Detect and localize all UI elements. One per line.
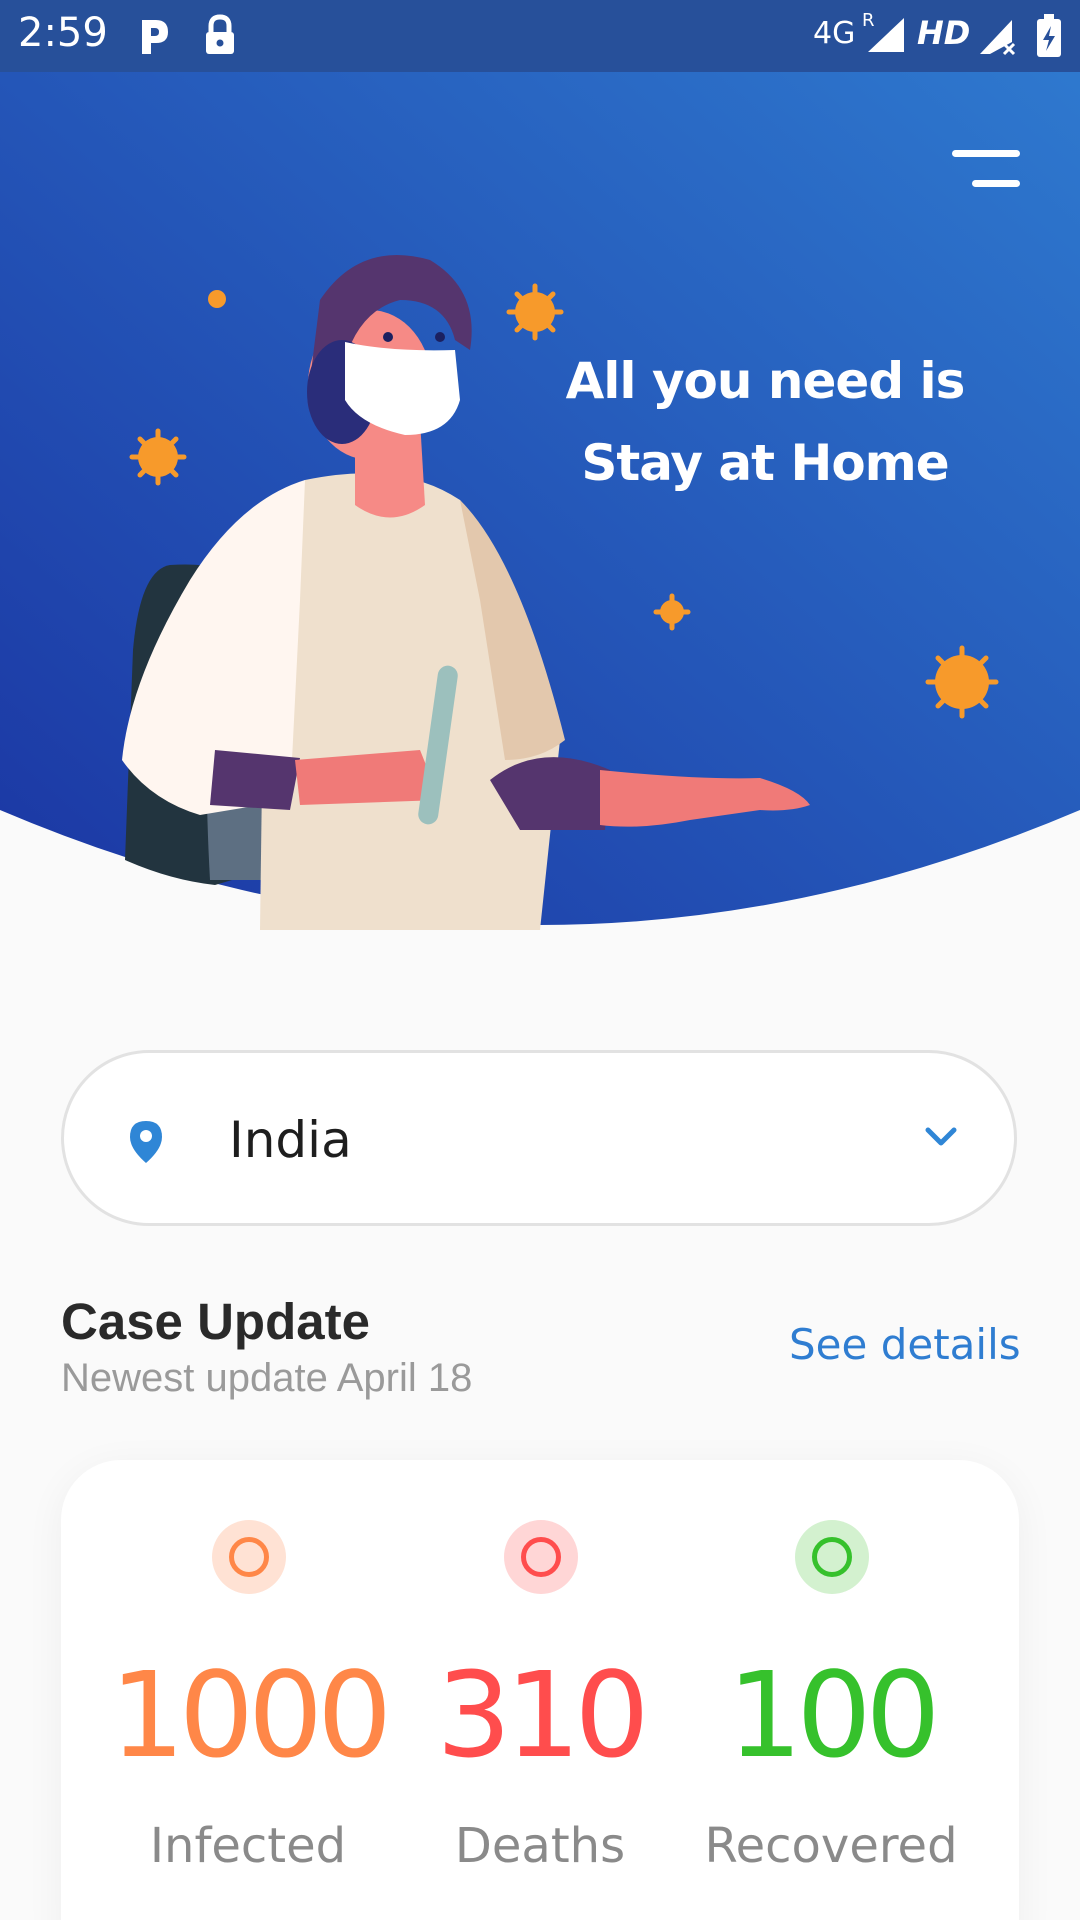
hamburger-menu-icon: [952, 150, 1020, 157]
stat-value: 310: [436, 1646, 649, 1784]
deaths-indicator-ring: [521, 1537, 561, 1577]
network-type-label: 4G: [813, 16, 856, 51]
signal-no-service-icon: [980, 20, 1016, 56]
stat-label: Deaths: [454, 1818, 626, 1874]
hamburger-menu-button[interactable]: [940, 140, 1020, 200]
chevron-down-icon: [925, 1127, 957, 1146]
case-stats-card: 1000 Infected 310 Deaths 100 Recovered: [61, 1460, 1019, 1920]
status-time: 2:59: [18, 10, 108, 56]
section-title: Case Update: [61, 1293, 370, 1350]
status-bar: 2:59 4G R HD: [0, 0, 1080, 72]
stat-value: 1000: [109, 1646, 392, 1784]
parking-icon: [142, 20, 168, 54]
stat-recovered: 100 Recovered: [681, 1460, 981, 1920]
lock-icon: [206, 14, 234, 54]
hero-headline-line1: All you need is: [565, 352, 966, 410]
signal-icon: [868, 18, 904, 52]
infected-indicator-ring: [229, 1537, 269, 1577]
see-details-link[interactable]: See details: [789, 1320, 1021, 1369]
stat-label: Recovered: [704, 1818, 958, 1874]
section-subtitle: Newest update April 18: [61, 1356, 473, 1400]
deaths-indicator-icon: [504, 1520, 578, 1594]
hero-banner: All you need is Stay at Home: [0, 0, 1080, 940]
hamburger-menu-line: [972, 180, 1020, 187]
stat-infected: 1000 Infected: [98, 1460, 398, 1920]
recovered-indicator-icon: [795, 1520, 869, 1594]
stat-label: Infected: [149, 1818, 347, 1874]
stat-deaths: 310 Deaths: [390, 1460, 690, 1920]
selected-country: India: [229, 1111, 352, 1169]
hero-headline-line2: Stay at Home: [581, 434, 949, 492]
hero-headline: All you need is Stay at Home: [540, 340, 990, 504]
app-screen: All you need is Stay at Home 2:59 4G R H…: [0, 0, 1080, 1920]
stat-value: 100: [727, 1646, 940, 1784]
location-pin-icon: [130, 1121, 162, 1163]
hd-voice-indicator: HD: [917, 14, 971, 52]
country-select[interactable]: India: [61, 1050, 1017, 1226]
battery-charging-icon: [1037, 14, 1061, 57]
recovered-indicator-ring: [812, 1537, 852, 1577]
infected-indicator-icon: [212, 1520, 286, 1594]
